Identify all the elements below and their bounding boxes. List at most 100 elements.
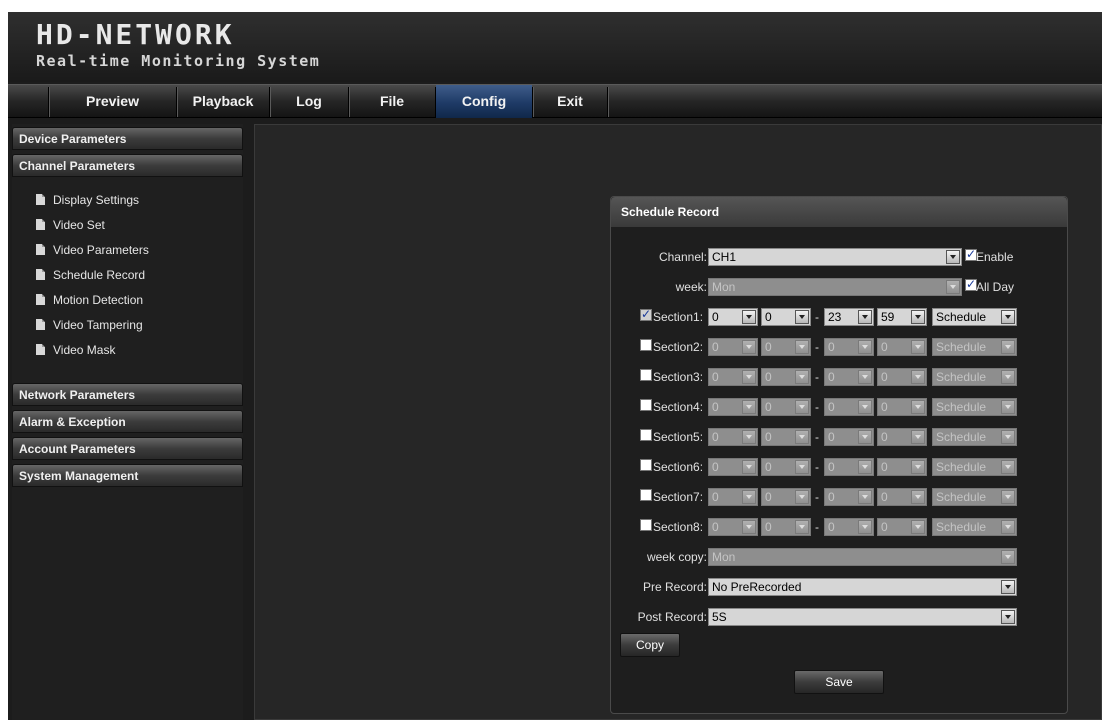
end-hour-select[interactable]: 0 [824, 488, 874, 506]
record-mode-select[interactable]: Schedule [932, 338, 1017, 356]
end-minute-select[interactable]: 0 [877, 398, 927, 416]
end-hour-select[interactable]: 0 [824, 518, 874, 536]
start-minute-select[interactable]: 0 [761, 338, 811, 356]
start-minute-value: 0 [765, 310, 772, 324]
end-hour-select[interactable]: 0 [824, 398, 874, 416]
sidebar-device-parameters[interactable]: Device Parameters [12, 127, 243, 150]
sidebar-item-display-settings[interactable]: Display Settings [36, 190, 139, 210]
end-hour-select[interactable]: 0 [824, 338, 874, 356]
sidebar-item-label: Schedule Record [53, 268, 146, 282]
record-mode-value: Schedule [936, 520, 987, 534]
section-label: Section1: [653, 310, 704, 324]
tab-log[interactable]: Log [270, 85, 348, 118]
section-checkbox[interactable] [640, 307, 652, 321]
start-hour-value: 0 [712, 340, 719, 354]
end-minute-select[interactable]: 0 [877, 518, 927, 536]
record-mode-select[interactable]: Schedule [932, 458, 1017, 476]
week-copy-select[interactable]: Mon [708, 548, 1017, 566]
section-checkbox[interactable] [640, 339, 652, 351]
start-hour-value: 0 [712, 370, 719, 384]
start-minute-select[interactable]: 0 [761, 518, 811, 536]
start-hour-select[interactable]: 0 [708, 428, 758, 446]
tab-playback[interactable]: Playback [177, 85, 269, 118]
start-hour-select[interactable]: 0 [708, 458, 758, 476]
record-mode-select[interactable]: Schedule [932, 398, 1017, 416]
channel-select[interactable]: CH1 [708, 248, 962, 266]
end-hour-value: 0 [828, 400, 835, 414]
record-mode-select[interactable]: Schedule [932, 488, 1017, 506]
document-icon [36, 244, 45, 255]
tab-config[interactable]: Config [436, 85, 532, 118]
record-mode-value: Schedule [936, 370, 987, 384]
record-mode-select[interactable]: Schedule [932, 308, 1017, 326]
start-hour-select[interactable]: 0 [708, 368, 758, 386]
start-hour-select[interactable]: 0 [708, 518, 758, 536]
sidebar-item-video-set[interactable]: Video Set [36, 215, 105, 235]
end-minute-select[interactable]: 0 [877, 458, 927, 476]
record-mode-value: Schedule [936, 340, 987, 354]
section-label: Section5: [653, 430, 704, 444]
start-hour-select[interactable]: 0 [708, 398, 758, 416]
chevron-down-icon [1001, 460, 1015, 474]
end-minute-value: 0 [881, 520, 888, 534]
sidebar-item-video-mask[interactable]: Video Mask [36, 340, 115, 360]
tab-file[interactable]: File [349, 85, 435, 118]
sidebar-item-motion-detection[interactable]: Motion Detection [36, 290, 143, 310]
chevron-down-icon [858, 490, 872, 504]
end-minute-value: 0 [881, 430, 888, 444]
end-minute-select[interactable]: 0 [877, 338, 927, 356]
sidebar-item-video-tampering[interactable]: Video Tampering [36, 315, 143, 335]
section-checkbox[interactable] [640, 429, 652, 441]
start-minute-select[interactable]: 0 [761, 398, 811, 416]
end-hour-select[interactable]: 23 [824, 308, 874, 326]
sidebar-channel-parameters[interactable]: Channel Parameters [12, 154, 243, 177]
sidebar-account-parameters[interactable]: Account Parameters [12, 437, 243, 460]
tab-preview[interactable]: Preview [49, 85, 176, 118]
section-checkbox[interactable] [640, 519, 652, 531]
start-minute-select[interactable]: 0 [761, 458, 811, 476]
document-icon [36, 194, 45, 205]
end-minute-select[interactable]: 0 [877, 428, 927, 446]
record-mode-select[interactable]: Schedule [932, 428, 1017, 446]
start-minute-select[interactable]: 0 [761, 308, 811, 326]
end-minute-select[interactable]: 0 [877, 488, 927, 506]
end-minute-select[interactable]: 59 [877, 308, 927, 326]
start-minute-value: 0 [765, 490, 772, 504]
chevron-down-icon [795, 490, 809, 504]
end-hour-select[interactable]: 0 [824, 368, 874, 386]
start-minute-select[interactable]: 0 [761, 428, 811, 446]
start-hour-select[interactable]: 0 [708, 488, 758, 506]
sidebar-item-schedule-record[interactable]: Schedule Record [36, 265, 145, 285]
section-checkbox[interactable] [640, 459, 652, 471]
pre-record-select[interactable]: No PreRecorded [708, 578, 1017, 596]
end-hour-value: 0 [828, 490, 835, 504]
start-minute-select[interactable]: 0 [761, 488, 811, 506]
sidebar-alarm-exception[interactable]: Alarm & Exception [12, 410, 243, 433]
start-minute-select[interactable]: 0 [761, 368, 811, 386]
post-record-select[interactable]: 5S [708, 608, 1017, 626]
sidebar-system-management[interactable]: System Management [12, 464, 243, 487]
chevron-down-icon [911, 520, 925, 534]
start-hour-value: 0 [712, 520, 719, 534]
copy-button[interactable]: Copy [620, 633, 680, 657]
record-mode-select[interactable]: Schedule [932, 518, 1017, 536]
save-button[interactable]: Save [794, 670, 884, 694]
record-mode-select[interactable]: Schedule [932, 368, 1017, 386]
start-hour-select[interactable]: 0 [708, 338, 758, 356]
week-select[interactable]: Mon [708, 278, 962, 296]
chevron-down-icon [742, 340, 756, 354]
sidebar-item-video-parameters[interactable]: Video Parameters [36, 240, 149, 260]
tab-exit[interactable]: Exit [533, 85, 607, 118]
chevron-down-icon [1001, 370, 1015, 384]
week-value: Mon [712, 280, 736, 294]
end-hour-select[interactable]: 0 [824, 458, 874, 476]
section-checkbox[interactable] [640, 489, 652, 501]
start-hour-select[interactable]: 0 [708, 308, 758, 326]
sidebar-network-parameters[interactable]: Network Parameters [12, 383, 243, 406]
section-checkbox[interactable] [640, 399, 652, 411]
end-hour-select[interactable]: 0 [824, 428, 874, 446]
start-minute-value: 0 [765, 430, 772, 444]
section-checkbox[interactable] [640, 369, 652, 381]
end-minute-select[interactable]: 0 [877, 368, 927, 386]
end-minute-value: 0 [881, 370, 888, 384]
